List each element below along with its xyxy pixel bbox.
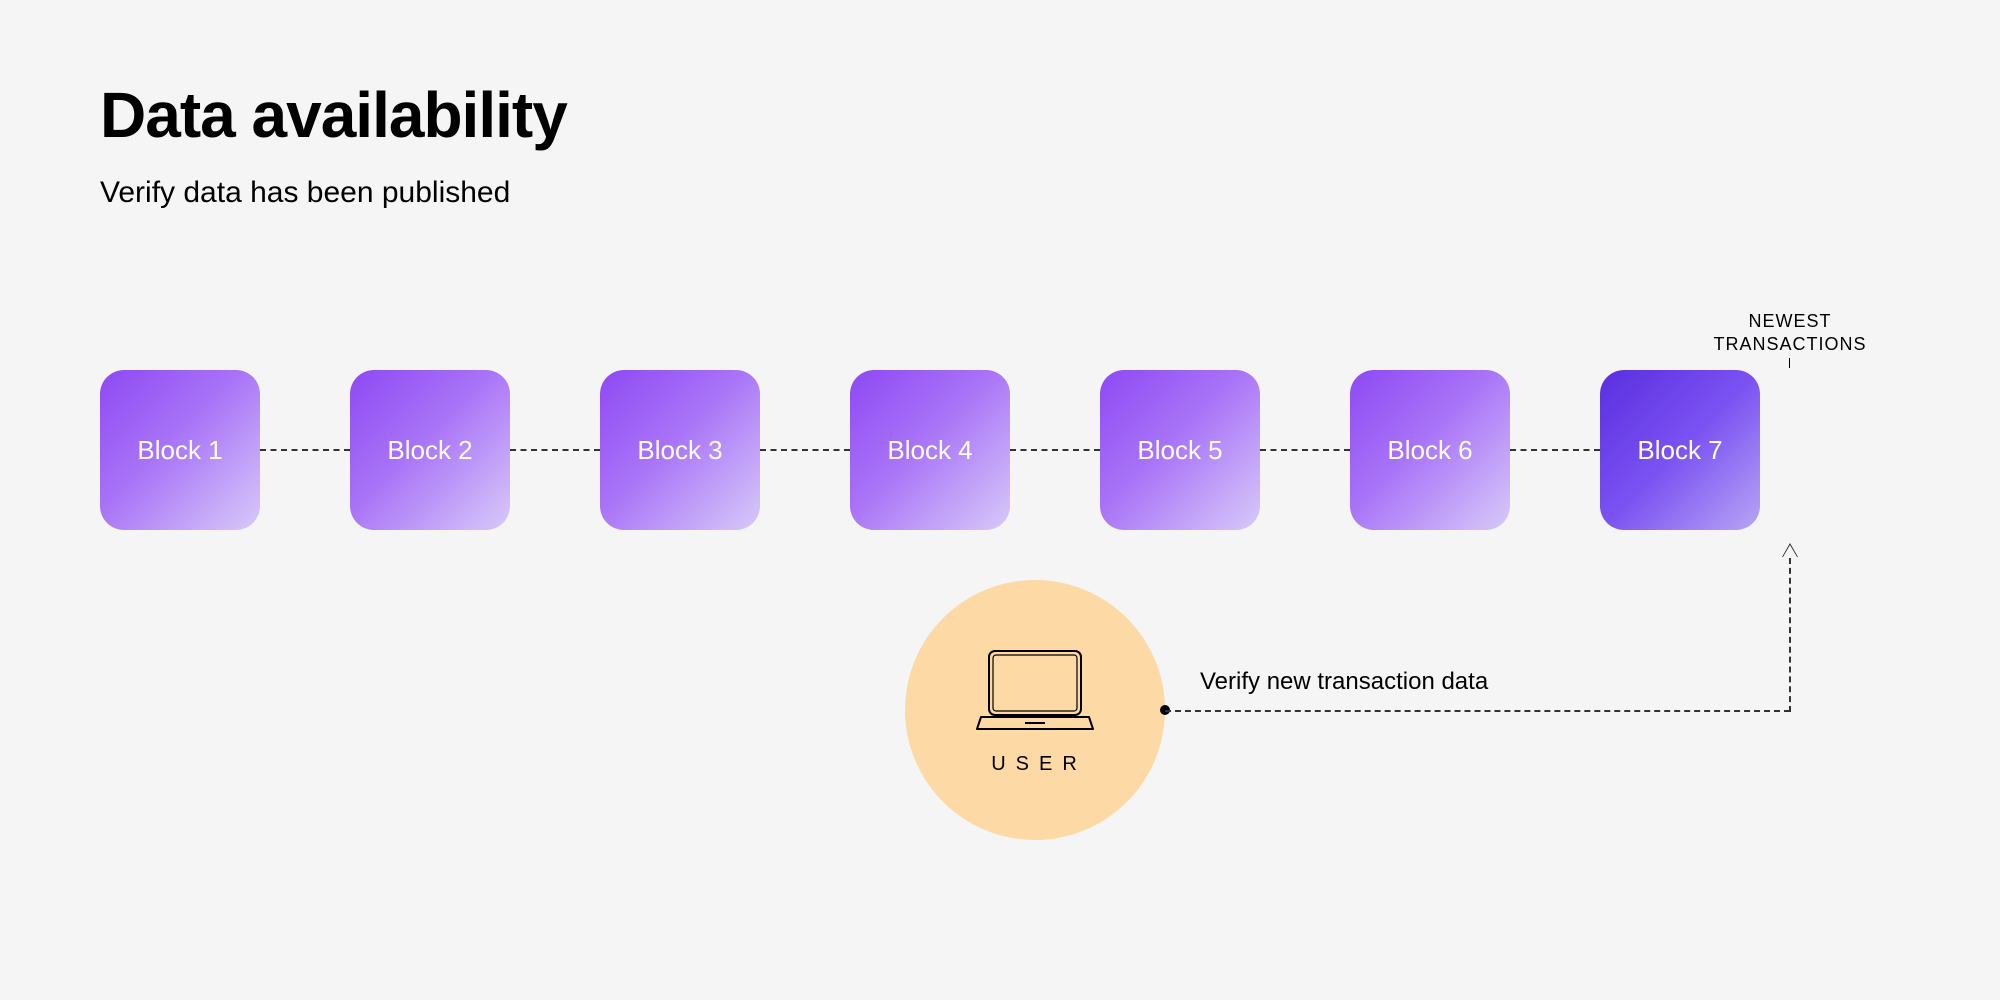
- block-3: Block 3: [600, 370, 760, 530]
- block-2: Block 2: [350, 370, 510, 530]
- chain-connector: [260, 449, 350, 451]
- diagram-subtitle: Verify data has been published: [100, 176, 510, 210]
- newest-label-tick: [1789, 358, 1790, 368]
- blockchain-row: Block 1 Block 2 Block 3 Block 4 Block 5 …: [100, 370, 1760, 530]
- user-node: USER: [905, 580, 1165, 840]
- user-label: USER: [991, 753, 1087, 776]
- chain-connector: [760, 449, 850, 451]
- chain-connector: [1510, 449, 1600, 451]
- newest-label-line1: NEWEST: [1748, 311, 1831, 331]
- block-4: Block 4: [850, 370, 1010, 530]
- block-6: Block 6: [1350, 370, 1510, 530]
- verify-path-horizontal: [1165, 710, 1790, 712]
- block-5: Block 5: [1100, 370, 1260, 530]
- newest-label-line2: TRANSACTIONS: [1713, 334, 1866, 354]
- laptop-icon: [975, 645, 1095, 735]
- verify-path-vertical: [1789, 558, 1791, 712]
- block-1: Block 1: [100, 370, 260, 530]
- chain-connector: [1010, 449, 1100, 451]
- diagram-title: Data availability: [100, 78, 567, 152]
- chain-connector: [1260, 449, 1350, 451]
- block-7-newest: Block 7: [1600, 370, 1760, 530]
- verify-transaction-label: Verify new transaction data: [1200, 668, 1488, 696]
- arrow-up-icon: [1783, 545, 1797, 557]
- chain-connector: [510, 449, 600, 451]
- newest-transactions-label: NEWEST TRANSACTIONS: [1690, 310, 1890, 357]
